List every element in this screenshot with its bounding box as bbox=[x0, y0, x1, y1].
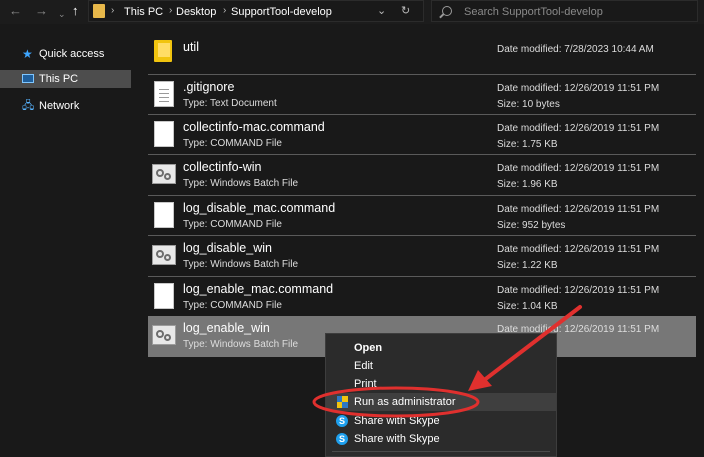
menu-item-label: Share with Skype bbox=[354, 415, 440, 427]
file-size: Size: 10 bytes bbox=[497, 99, 560, 110]
skype-icon: S bbox=[336, 415, 348, 427]
address-bar[interactable]: › This PC › Desktop › SupportTool-develo… bbox=[88, 0, 424, 22]
file-name: util bbox=[183, 40, 199, 54]
file-date-modified: Date modified: 12/26/2019 11:51 PM bbox=[497, 285, 660, 296]
file-date-modified: Date modified: 12/26/2019 11:51 PM bbox=[497, 163, 660, 174]
file-name: log_disable_mac.command bbox=[183, 201, 336, 215]
file-name: log_enable_win bbox=[183, 321, 270, 335]
sidebar-item-quick-access[interactable]: ★ Quick access bbox=[0, 45, 131, 63]
file-type: Type: Windows Batch File bbox=[183, 259, 299, 270]
file-size: Size: 1.22 KB bbox=[497, 260, 558, 271]
file-type: Type: COMMAND File bbox=[183, 219, 282, 230]
menu-item-label: Edit bbox=[354, 360, 373, 372]
menu-item-run-as-administrator[interactable]: Run as administrator bbox=[326, 393, 556, 411]
search-placeholder: Search SupportTool-develop bbox=[464, 6, 603, 18]
folder-icon bbox=[154, 40, 172, 62]
menu-item-open[interactable]: Open bbox=[326, 339, 556, 357]
file-row-log-disable-win[interactable]: log_disable_win Type: Windows Batch File… bbox=[148, 235, 696, 276]
refresh-icon[interactable]: ↻ bbox=[401, 4, 410, 17]
file-date-modified: Date modified: 12/26/2019 11:51 PM bbox=[497, 83, 660, 94]
file-name: .gitignore bbox=[183, 80, 235, 94]
breadcrumb-desktop[interactable]: Desktop bbox=[176, 6, 216, 18]
menu-item-label: Run as administrator bbox=[354, 396, 456, 408]
menu-item-label: Print bbox=[354, 378, 377, 390]
recent-locations-chevron-icon[interactable]: ⌄ bbox=[58, 6, 66, 22]
search-box[interactable]: Search SupportTool-develop bbox=[431, 0, 698, 22]
breadcrumb-separator-icon: › bbox=[223, 5, 227, 16]
breadcrumb-separator-icon: › bbox=[169, 5, 173, 16]
folder-icon bbox=[93, 4, 105, 18]
file-type: Type: Windows Batch File bbox=[183, 339, 299, 350]
file-date-modified: Date modified: 12/26/2019 11:51 PM bbox=[497, 244, 660, 255]
file-row-collectinfo-win[interactable]: collectinfo-win Type: Windows Batch File… bbox=[148, 154, 696, 195]
network-icon: 🖧 bbox=[22, 100, 35, 112]
file-date-modified: Date modified: 12/26/2019 11:51 PM bbox=[497, 204, 660, 215]
file-size: Size: 1.75 KB bbox=[497, 139, 558, 150]
batch-file-icon bbox=[152, 325, 176, 345]
file-size: Size: 1.04 KB bbox=[497, 301, 558, 312]
file-row-log-disable-mac[interactable]: log_disable_mac.command Type: COMMAND Fi… bbox=[148, 195, 696, 236]
file-type: Type: Text Document bbox=[183, 98, 277, 109]
back-arrow-icon[interactable]: ← bbox=[9, 3, 22, 19]
file-type: Type: COMMAND File bbox=[183, 138, 282, 149]
up-arrow-icon[interactable]: ↑ bbox=[72, 3, 79, 19]
menu-item-label: Open bbox=[354, 342, 383, 354]
search-icon bbox=[442, 6, 452, 16]
sidebar-item-label: This PC bbox=[39, 73, 79, 85]
menu-item-share-with-skype[interactable]: S Share with Skype bbox=[326, 412, 556, 430]
sidebar-item-label: Quick access bbox=[39, 48, 105, 60]
file-icon bbox=[154, 283, 174, 309]
file-size: Size: 1.96 KB bbox=[497, 179, 558, 190]
menu-item-label: Share with Skype bbox=[354, 433, 440, 445]
file-row-gitignore[interactable]: .gitignore Type: Text Document Date modi… bbox=[148, 74, 696, 115]
file-icon bbox=[154, 202, 174, 228]
file-row-util[interactable]: util Date modified: 7/28/2023 10:44 AM bbox=[148, 32, 696, 72]
uac-shield-icon bbox=[337, 396, 348, 408]
file-name: log_enable_mac.command bbox=[183, 282, 334, 296]
context-menu: Open Edit Print Run as administrator S S… bbox=[325, 333, 557, 457]
batch-file-icon bbox=[152, 245, 176, 265]
star-icon: ★ bbox=[22, 47, 33, 61]
file-type: Type: Windows Batch File bbox=[183, 178, 299, 189]
file-date-modified: Date modified: 7/28/2023 10:44 AM bbox=[497, 44, 654, 55]
sidebar-item-this-pc[interactable]: This PC bbox=[0, 70, 131, 88]
address-toolbar: ← → ⌄ ↑ › This PC › Desktop › SupportToo… bbox=[0, 0, 704, 24]
sidebar-item-network[interactable]: 🖧 Network bbox=[0, 97, 131, 115]
menu-divider bbox=[332, 451, 550, 452]
file-name: collectinfo-win bbox=[183, 160, 262, 174]
menu-item-edit[interactable]: Edit bbox=[326, 357, 556, 375]
file-type: Type: COMMAND File bbox=[183, 300, 282, 311]
file-size: Size: 952 bytes bbox=[497, 220, 566, 231]
file-date-modified: Date modified: 12/26/2019 11:51 PM bbox=[497, 123, 660, 134]
file-name: log_disable_win bbox=[183, 241, 272, 255]
breadcrumb-separator-icon: › bbox=[111, 5, 115, 16]
batch-file-icon bbox=[152, 164, 176, 184]
sidebar-item-label: Network bbox=[39, 100, 80, 112]
breadcrumb-this-pc[interactable]: This PC bbox=[124, 6, 163, 18]
computer-icon bbox=[22, 74, 34, 83]
file-name: collectinfo-mac.command bbox=[183, 120, 325, 134]
file-row-collectinfo-mac[interactable]: collectinfo-mac.command Type: COMMAND Fi… bbox=[148, 114, 696, 155]
menu-item-share-with-skype[interactable]: S Share with Skype bbox=[326, 430, 556, 448]
forward-arrow-icon[interactable]: → bbox=[35, 3, 48, 19]
skype-icon: S bbox=[336, 433, 348, 445]
address-dropdown-chevron-icon[interactable]: ⌄ bbox=[377, 4, 386, 17]
menu-item-print[interactable]: Print bbox=[326, 375, 556, 393]
file-icon bbox=[154, 121, 174, 147]
text-document-icon bbox=[154, 81, 174, 107]
file-row-log-enable-mac[interactable]: log_enable_mac.command Type: COMMAND Fil… bbox=[148, 276, 696, 317]
breadcrumb-current-folder[interactable]: SupportTool-develop bbox=[231, 6, 332, 18]
navigation-pane: ★ Quick access This PC 🖧 Network bbox=[0, 24, 140, 457]
